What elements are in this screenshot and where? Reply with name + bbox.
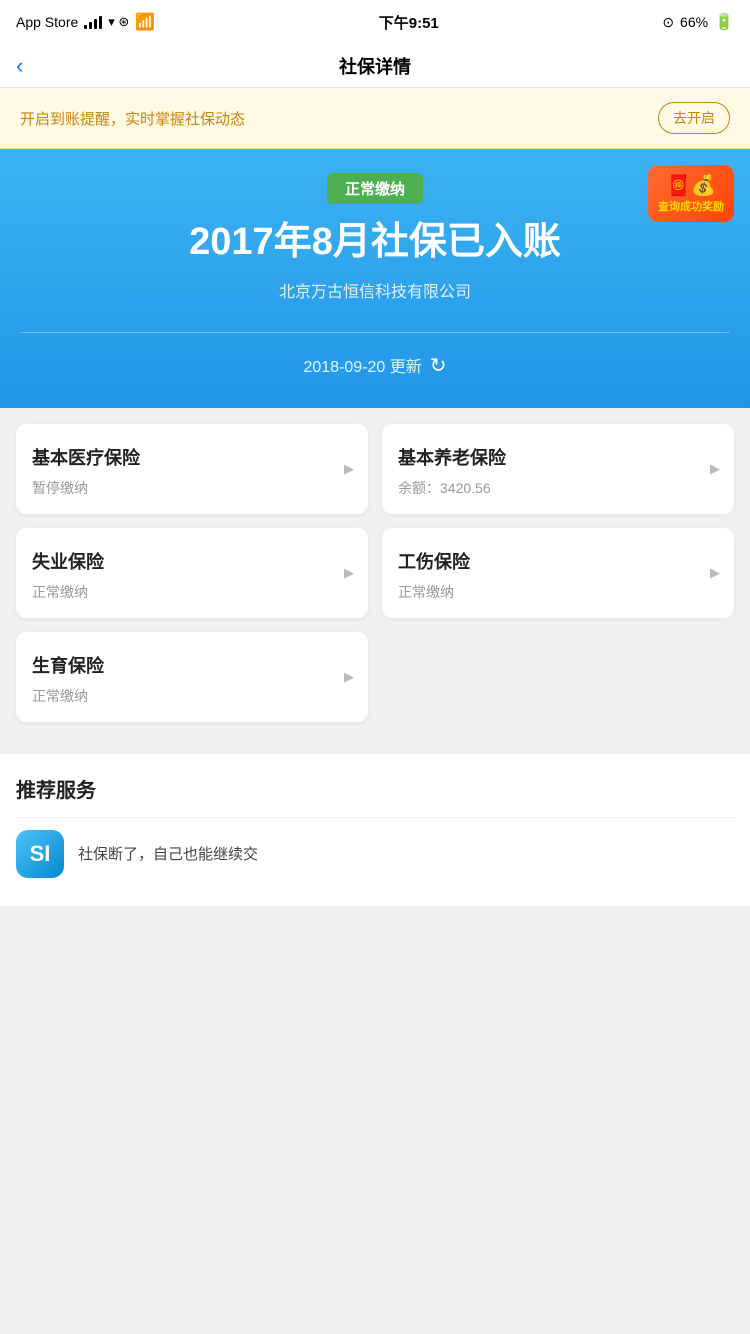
status-left: App Store ▾ ⊛ 📶	[16, 12, 155, 32]
card-title-maternity: 生育保险	[32, 652, 352, 678]
card-title-injury: 工伤保险	[398, 548, 718, 574]
status-time: 下午9:51	[379, 12, 439, 33]
status-right: ⊙ 66% 🔋	[662, 12, 734, 32]
insurance-card-unemployment[interactable]: 失业保险 正常缴纳 ▶	[16, 528, 368, 618]
notification-text: 开启到账提醒，实时掌握社保动态	[20, 108, 245, 129]
card-status-injury: 正常缴纳	[398, 582, 718, 602]
card-status-unemployment: 正常缴纳	[32, 582, 352, 602]
battery-icon: 🔋	[714, 12, 734, 32]
status-bar: App Store ▾ ⊛ 📶 下午9:51 ⊙ 66% 🔋	[0, 0, 750, 44]
card-balance-pension: 余额：3420.56	[398, 478, 718, 498]
battery-label: 66%	[680, 14, 708, 30]
card-title-pension: 基本养老保险	[398, 444, 718, 470]
hero-section: 正常缴纳 🧧💰 查询成功奖励 2017年8月社保已入账 北京万古恒信科技有限公司…	[0, 149, 750, 408]
wifi-symbol: 📶	[135, 12, 155, 32]
recommended-item-text: 社保断了，自己也能继续交	[78, 843, 258, 864]
recommended-item[interactable]: SI 社保断了，自己也能继续交	[16, 817, 734, 890]
chevron-right-icon: ▶	[344, 565, 354, 581]
update-date: 2018-09-20 更新	[303, 353, 421, 377]
hero-subtitle: 北京万古恒信科技有限公司	[20, 278, 730, 302]
card-status-medical: 暂停缴纳	[32, 478, 352, 498]
reward-text: 查询成功奖励	[658, 198, 724, 214]
chevron-right-icon: ▶	[710, 565, 720, 581]
enable-notification-button[interactable]: 去开启	[658, 102, 730, 134]
hero-divider	[20, 332, 730, 333]
insurance-card-injury[interactable]: 工伤保险 正常缴纳 ▶	[382, 528, 734, 618]
hero-update: 2018-09-20 更新 ↻	[20, 353, 730, 378]
recommended-item-icon: SI	[16, 830, 64, 878]
refresh-icon[interactable]: ↻	[430, 353, 447, 378]
reward-badge[interactable]: 🧧💰 查询成功奖励	[648, 165, 734, 222]
card-title-medical: 基本医疗保险	[32, 444, 352, 470]
hero-status-badge: 正常缴纳	[327, 173, 423, 204]
chevron-right-icon: ▶	[344, 461, 354, 477]
recommended-title: 推荐服务	[16, 774, 734, 803]
card-title-unemployment: 失业保险	[32, 548, 352, 574]
wifi-icon: ▾ ⊛	[108, 14, 129, 30]
insurance-card-maternity[interactable]: 生育保险 正常缴纳 ▶	[16, 632, 368, 722]
signal-icon	[84, 15, 102, 29]
insurance-grid: 基本医疗保险 暂停缴纳 ▶ 基本养老保险 余额：3420.56 ▶ 失业保险 正…	[0, 408, 750, 738]
chevron-right-icon: ▶	[710, 461, 720, 477]
hero-title: 2017年8月社保已入账	[20, 220, 730, 266]
card-status-maternity: 正常缴纳	[32, 686, 352, 706]
location-icon: ⊙	[662, 14, 674, 31]
insurance-card-medical[interactable]: 基本医疗保险 暂停缴纳 ▶	[16, 424, 368, 514]
chevron-right-icon: ▶	[344, 669, 354, 685]
carrier-label: App Store	[16, 14, 78, 30]
reward-icon: 🧧💰	[658, 173, 724, 198]
insurance-card-pension[interactable]: 基本养老保险 余额：3420.56 ▶	[382, 424, 734, 514]
nav-bar: ‹ 社保详情	[0, 44, 750, 88]
back-button[interactable]: ‹	[16, 53, 23, 79]
page-title: 社保详情	[339, 53, 411, 79]
recommended-section: 推荐服务 SI 社保断了，自己也能继续交	[0, 754, 750, 906]
notification-banner: 开启到账提醒，实时掌握社保动态 去开启	[0, 88, 750, 149]
